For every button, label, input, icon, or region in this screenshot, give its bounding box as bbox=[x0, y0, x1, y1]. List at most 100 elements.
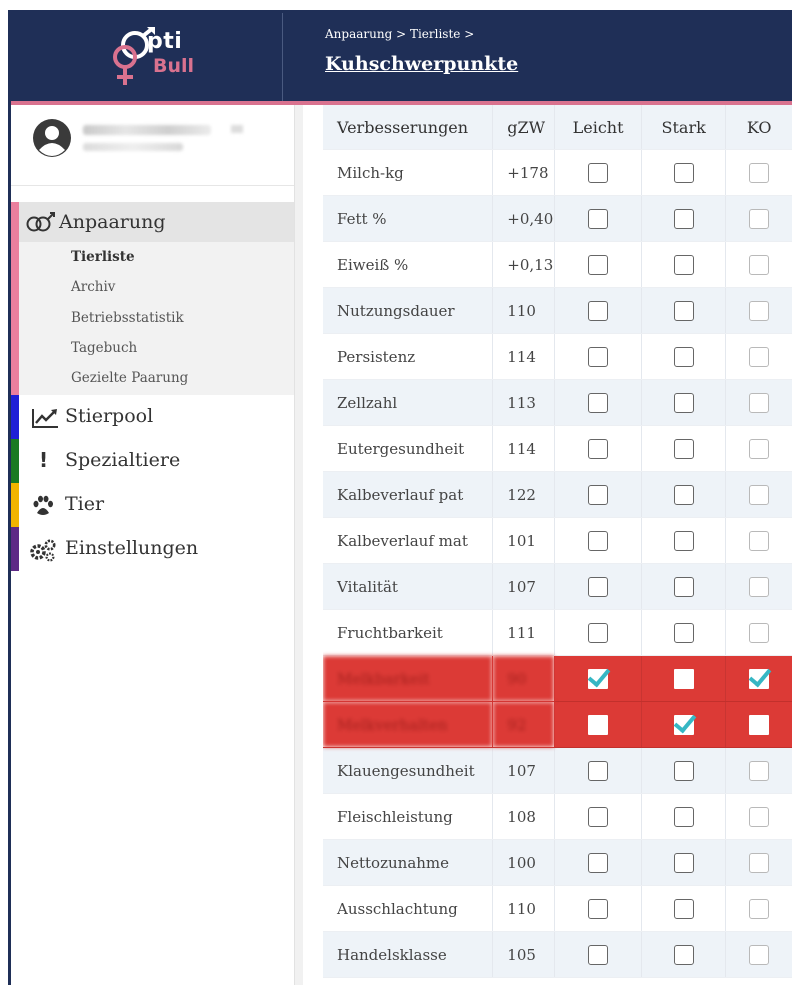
checkbox-stark[interactable] bbox=[673, 438, 694, 459]
cell-stark bbox=[641, 241, 727, 288]
breadcrumb[interactable]: Anpaarung > Tierliste > bbox=[325, 27, 474, 41]
checkbox-stark[interactable] bbox=[673, 852, 694, 873]
checkbox-stark[interactable] bbox=[673, 392, 694, 413]
checkbox-stark[interactable] bbox=[673, 714, 694, 735]
trait-name: Nutzungsdauer bbox=[323, 287, 494, 334]
cell-leicht bbox=[554, 563, 642, 610]
user-profile[interactable] bbox=[11, 105, 294, 186]
checkbox-ko[interactable] bbox=[749, 714, 770, 735]
sub-item-gezielte-paarung[interactable]: Gezielte Paarung bbox=[71, 370, 188, 386]
checkbox-stark[interactable] bbox=[673, 300, 694, 321]
cell-ko bbox=[725, 747, 792, 794]
checkbox-leicht[interactable] bbox=[588, 760, 609, 781]
checkbox-leicht[interactable] bbox=[588, 438, 609, 459]
checkbox-leicht[interactable] bbox=[588, 898, 609, 919]
cell-ko bbox=[725, 379, 792, 426]
cell-leicht bbox=[554, 655, 642, 702]
checkbox-ko[interactable] bbox=[749, 530, 770, 551]
checkbox-stark[interactable] bbox=[673, 162, 694, 183]
checkbox-leicht[interactable] bbox=[588, 852, 609, 873]
checkbox-ko[interactable] bbox=[749, 254, 770, 275]
checkbox-ko[interactable] bbox=[749, 300, 770, 321]
sub-item-betriebsstatistik[interactable]: Betriebsstatistik bbox=[71, 310, 184, 326]
checkbox-ko[interactable] bbox=[749, 806, 770, 827]
checkbox-stark[interactable] bbox=[673, 346, 694, 367]
table-row: Vitalität 107 bbox=[323, 563, 792, 610]
checkbox-stark[interactable] bbox=[673, 668, 694, 689]
checkbox-leicht[interactable] bbox=[588, 576, 609, 597]
checkbox-leicht[interactable] bbox=[588, 162, 609, 183]
trait-gzw-value: 110 bbox=[492, 885, 556, 932]
cell-stark bbox=[641, 425, 727, 472]
nav-item-einstellungen[interactable]: Einstellungen bbox=[11, 527, 294, 571]
checkbox-leicht[interactable] bbox=[588, 484, 609, 505]
checkbox-ko[interactable] bbox=[749, 392, 770, 413]
checkbox-leicht[interactable] bbox=[588, 254, 609, 275]
trait-name: Zellzahl bbox=[323, 379, 494, 426]
checkbox-stark[interactable] bbox=[673, 208, 694, 229]
cell-stark bbox=[641, 149, 727, 196]
nav-item-anpaarung[interactable]: Anpaarung bbox=[19, 202, 294, 242]
table-row: Fleischleistung 108 bbox=[323, 793, 792, 840]
checkbox-leicht[interactable] bbox=[588, 300, 609, 321]
checkbox-stark[interactable] bbox=[673, 622, 694, 643]
checkbox-ko[interactable] bbox=[749, 898, 770, 919]
sub-item-archiv[interactable]: Archiv bbox=[71, 279, 115, 295]
checkbox-ko[interactable] bbox=[749, 944, 770, 965]
nav-item-tier[interactable]: Tier bbox=[11, 483, 294, 527]
nav-item-spezialtiere[interactable]: ! Spezialtiere bbox=[11, 439, 294, 483]
checkbox-stark[interactable] bbox=[673, 806, 694, 827]
cell-ko bbox=[725, 471, 792, 518]
checkbox-leicht[interactable] bbox=[588, 714, 609, 735]
cell-leicht bbox=[554, 609, 642, 656]
checkbox-leicht[interactable] bbox=[588, 944, 609, 965]
checkbox-stark[interactable] bbox=[673, 898, 694, 919]
sub-item-tierliste[interactable]: Tierliste bbox=[71, 249, 135, 265]
trait-gzw-value: 92 bbox=[492, 701, 556, 748]
trait-gzw-value: 90 bbox=[492, 655, 556, 702]
sidebar-scrollbar[interactable] bbox=[294, 105, 303, 985]
cell-stark bbox=[641, 379, 727, 426]
user-id-redacted bbox=[231, 125, 243, 133]
checkbox-stark[interactable] bbox=[673, 484, 694, 505]
checkbox-stark[interactable] bbox=[673, 944, 694, 965]
cell-stark bbox=[641, 195, 727, 242]
logo-cell: pti Bull bbox=[11, 13, 283, 101]
table-row: Ausschlachtung 110 bbox=[323, 885, 792, 932]
trait-name: Kalbeverlauf pat bbox=[323, 471, 494, 518]
nav-item-stierpool[interactable]: Stierpool bbox=[11, 395, 294, 439]
checkbox-ko[interactable] bbox=[749, 852, 770, 873]
checkbox-ko[interactable] bbox=[749, 346, 770, 367]
checkbox-leicht[interactable] bbox=[588, 346, 609, 367]
cell-leicht bbox=[554, 425, 642, 472]
col-header-gzw: gZW bbox=[492, 105, 556, 150]
checkbox-ko[interactable] bbox=[749, 622, 770, 643]
nav-section-anpaarung: Anpaarung Tierliste Archiv Betriebsstati… bbox=[11, 202, 294, 395]
optibull-logo[interactable]: pti Bull bbox=[109, 27, 219, 89]
checkbox-stark[interactable] bbox=[673, 576, 694, 597]
trait-gzw-value: 105 bbox=[492, 931, 556, 978]
checkbox-ko[interactable] bbox=[749, 484, 770, 505]
checkbox-ko[interactable] bbox=[749, 438, 770, 459]
checkbox-ko[interactable] bbox=[749, 668, 770, 689]
nav-label-anpaarung: Anpaarung bbox=[59, 211, 166, 233]
trait-gzw-value: 113 bbox=[492, 379, 556, 426]
trait-gzw-value: +0,40 bbox=[492, 195, 556, 242]
checkbox-stark[interactable] bbox=[673, 254, 694, 275]
checkbox-leicht[interactable] bbox=[588, 806, 609, 827]
checkbox-ko[interactable] bbox=[749, 760, 770, 781]
cell-leicht bbox=[554, 333, 642, 380]
checkbox-leicht[interactable] bbox=[588, 530, 609, 551]
checkbox-ko[interactable] bbox=[749, 576, 770, 597]
checkbox-ko[interactable] bbox=[749, 162, 770, 183]
checkbox-leicht[interactable] bbox=[588, 622, 609, 643]
checkbox-leicht[interactable] bbox=[588, 392, 609, 413]
checkbox-stark[interactable] bbox=[673, 530, 694, 551]
trait-name: Melkverhalten bbox=[323, 701, 494, 748]
checkbox-leicht[interactable] bbox=[588, 208, 609, 229]
checkbox-stark[interactable] bbox=[673, 760, 694, 781]
checkbox-leicht[interactable] bbox=[588, 668, 609, 689]
sub-item-tagebuch[interactable]: Tagebuch bbox=[71, 340, 137, 356]
trait-name: Ausschlachtung bbox=[323, 885, 494, 932]
checkbox-ko[interactable] bbox=[749, 208, 770, 229]
